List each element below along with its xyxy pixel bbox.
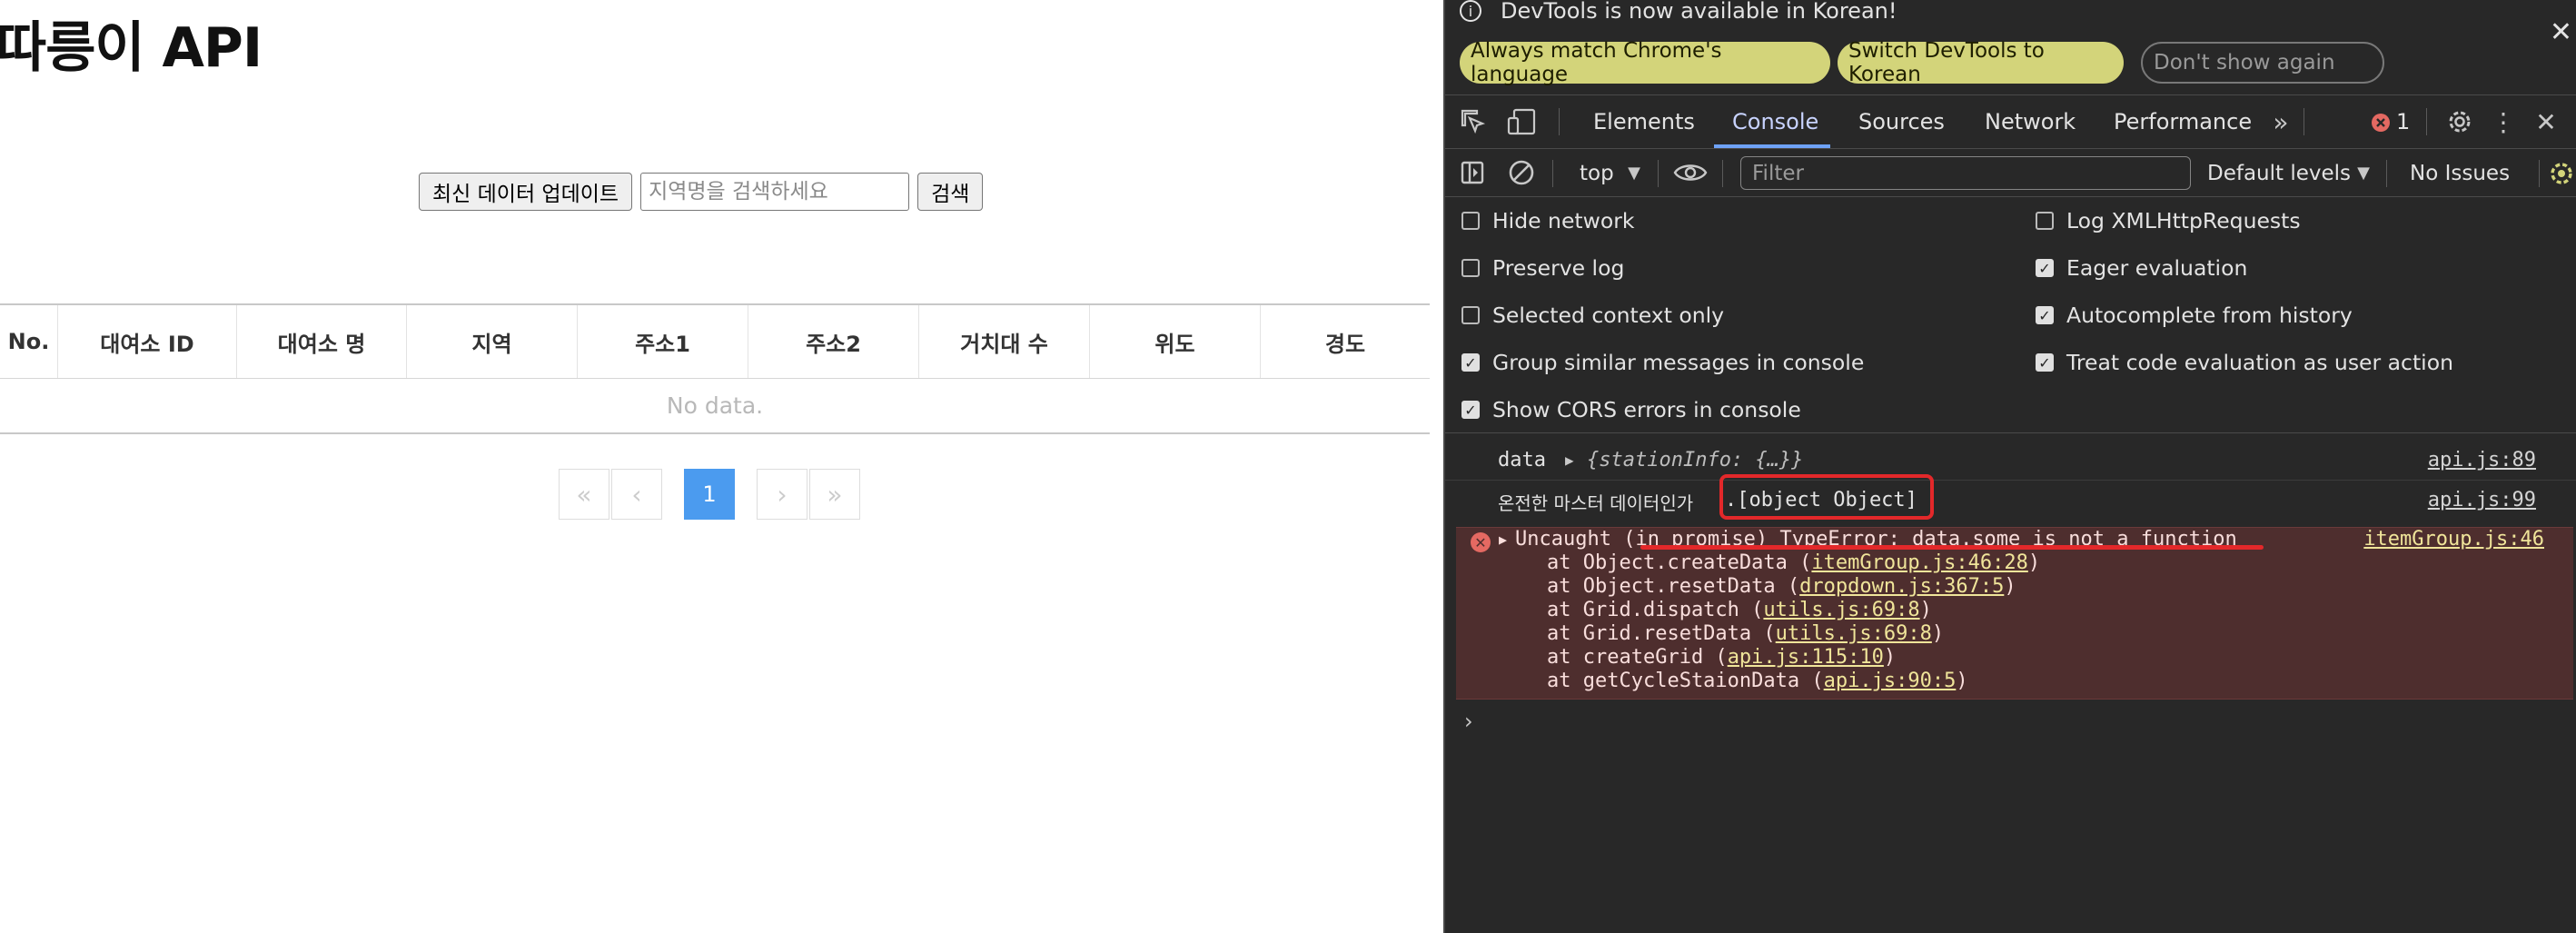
close-icon[interactable]: ✕ <box>2550 16 2572 48</box>
eager-evaluation-checkbox[interactable]: ✓Eager evaluation <box>2036 255 2247 281</box>
web-page: 따릉이 API 최신 데이터 업데이트 검색 No. 대여소 ID 대여소 명 … <box>0 0 1444 933</box>
console-settings: Hide network Preserve log Selected conte… <box>1445 198 2576 433</box>
log-label: 온전한 마스터 데이터인가 <box>1498 489 1693 515</box>
error-icon: ✕ <box>1471 532 1491 552</box>
tab-sources[interactable]: Sources <box>1858 95 1945 148</box>
source-link[interactable]: itemGroup.js:46 <box>2363 528 2544 551</box>
source-link[interactable]: api.js:89 <box>2428 449 2536 471</box>
selected-context-only-checkbox[interactable]: Selected context only <box>1461 303 1724 328</box>
stack-frame: at Object.resetData (dropdown.js:367:5) <box>1547 575 2016 598</box>
log-label: data <box>1498 449 1546 471</box>
checkmark-icon[interactable]: ✓ <box>1461 353 1480 372</box>
chevron-down-icon[interactable]: ▼ <box>2354 160 2373 185</box>
console-filter-input[interactable] <box>1740 156 2191 190</box>
preserve-log-checkbox[interactable]: Preserve log <box>1461 255 1624 281</box>
settings-gear-icon[interactable] <box>2444 106 2475 137</box>
column-header-region[interactable]: 지역 <box>407 305 578 378</box>
tab-network[interactable]: Network <box>1985 95 2076 148</box>
always-match-language-button[interactable]: Always match Chrome's language <box>1460 42 1830 84</box>
column-header-address1[interactable]: 주소1 <box>578 305 748 378</box>
update-data-button[interactable]: 최신 데이터 업데이트 <box>419 173 632 211</box>
grid-header: No. 대여소 ID 대여소 명 지역 주소1 주소2 거치대 수 위도 경도 <box>0 305 1430 379</box>
info-icon: i <box>1460 0 1481 22</box>
more-tabs-icon[interactable]: » <box>2267 106 2294 137</box>
issues-button[interactable]: No Issues <box>2410 147 2510 200</box>
error-count[interactable]: 1 <box>2396 95 2410 148</box>
log-xmlhttprequests-checkbox[interactable]: Log XMLHttpRequests <box>2036 208 2301 233</box>
grid-empty-message: No data. <box>0 379 1430 432</box>
page-button-current[interactable]: 1 <box>684 469 735 520</box>
device-toolbar-icon[interactable] <box>1507 106 1538 137</box>
console-error-entry: ✕ ▶ Uncaught (in promise) TypeError: dat… <box>1456 527 2573 700</box>
expand-triangle-icon[interactable]: ▶ <box>1565 452 1574 469</box>
devtools-panel: i DevTools is now available in Korean! ✕… <box>1443 0 2576 933</box>
search-button[interactable]: 검색 <box>917 173 983 211</box>
hide-network-checkbox[interactable]: Hide network <box>1461 208 1634 233</box>
devtools-tab-bar: Elements Console Sources Network Perform… <box>1445 94 2576 149</box>
console-log-entry: 온전한 마스터 데이터인가 .[object Object] api.js:99 <box>1445 489 2576 516</box>
prev-page-button[interactable]: ‹ <box>611 469 662 520</box>
switch-to-korean-button[interactable]: Switch DevTools to Korean <box>1838 42 2124 84</box>
autocomplete-from-history-checkbox[interactable]: ✓Autocomplete from history <box>2036 303 2353 328</box>
log-levels-dropdown[interactable]: Default levels <box>2207 147 2351 200</box>
group-similar-messages-checkbox[interactable]: ✓Group similar messages in console <box>1461 350 1864 375</box>
tab-console[interactable]: Console <box>1732 95 1818 148</box>
info-bar-message: DevTools is now available in Korean! <box>1501 0 1897 24</box>
column-header-longitude[interactable]: 경도 <box>1261 305 1430 378</box>
checkmark-icon[interactable]: ✓ <box>2036 353 2054 372</box>
annotation-underline <box>1640 545 2264 550</box>
source-link[interactable]: api.js:99 <box>2428 489 2536 511</box>
console-log-entry: data ▶ {stationInfo: {…}} api.js:89 <box>1445 449 2576 476</box>
log-object-preview[interactable]: {stationInfo: {…}} <box>1587 449 1803 471</box>
annotation-highlight-box <box>1719 474 1934 520</box>
console-settings-gear-icon[interactable] <box>2546 159 2576 188</box>
pagination: « ‹ 1 › » <box>559 469 860 520</box>
expand-triangle-icon[interactable]: ▶ <box>1499 531 1507 548</box>
stack-frame: at Grid.resetData (utils.js:69:8) <box>1547 622 1944 645</box>
page-title: 따릉이 API <box>0 4 262 83</box>
close-devtools-icon[interactable]: ✕ <box>2531 106 2561 137</box>
context-selector[interactable]: top <box>1580 147 1614 200</box>
column-header-address2[interactable]: 주소2 <box>748 305 919 378</box>
stack-frame: at createGrid (api.js:115:10) <box>1547 646 1896 669</box>
stack-frame: at getCycleStaionData (api.js:90:5) <box>1547 670 1968 692</box>
stack-frame: at Grid.dispatch (utils.js:69:8) <box>1547 599 1932 621</box>
column-header-no[interactable]: No. <box>0 305 58 378</box>
stack-frame: at Object.createData (itemGroup.js:46:28… <box>1547 551 2040 574</box>
next-page-button[interactable]: › <box>757 469 807 520</box>
console-toolbar: top ▼ Default levels ▼ No Issues <box>1445 151 2576 197</box>
chevron-down-icon[interactable]: ▼ <box>1623 160 1645 185</box>
tab-elements[interactable]: Elements <box>1593 95 1695 148</box>
region-search-input[interactable] <box>640 173 909 211</box>
checkmark-icon[interactable]: ✓ <box>2036 259 2054 277</box>
column-header-station-id[interactable]: 대여소 ID <box>58 305 237 378</box>
first-page-button[interactable]: « <box>559 469 609 520</box>
search-toolbar: 최신 데이터 업데이트 검색 <box>419 173 983 211</box>
dont-show-again-button[interactable]: Don't show again <box>2141 42 2384 84</box>
console-prompt[interactable]: › <box>1464 709 1473 734</box>
eye-icon[interactable] <box>1672 158 1709 187</box>
sidebar-toggle-icon[interactable] <box>1458 158 1487 187</box>
column-header-rack-count[interactable]: 거치대 수 <box>919 305 1090 378</box>
treat-code-evaluation-checkbox[interactable]: ✓Treat code evaluation as user action <box>2036 350 2453 375</box>
checkmark-icon[interactable]: ✓ <box>1461 401 1480 419</box>
column-header-latitude[interactable]: 위도 <box>1090 305 1261 378</box>
more-options-icon[interactable]: ⋮ <box>2492 106 2515 137</box>
checkmark-icon[interactable]: ✓ <box>2036 306 2054 324</box>
column-header-station-name[interactable]: 대여소 명 <box>237 305 407 378</box>
last-page-button[interactable]: » <box>809 469 860 520</box>
show-cors-errors-checkbox[interactable]: ✓Show CORS errors in console <box>1461 397 1801 422</box>
language-info-bar: i DevTools is now available in Korean! ✕… <box>1445 0 2576 91</box>
inspect-element-icon[interactable] <box>1458 106 1489 137</box>
error-count-icon[interactable] <box>2372 114 2390 132</box>
clear-console-icon[interactable] <box>1507 158 1536 187</box>
tab-performance[interactable]: Performance <box>2114 95 2252 148</box>
data-grid: No. 대여소 ID 대여소 명 지역 주소1 주소2 거치대 수 위도 경도 … <box>0 303 1430 434</box>
